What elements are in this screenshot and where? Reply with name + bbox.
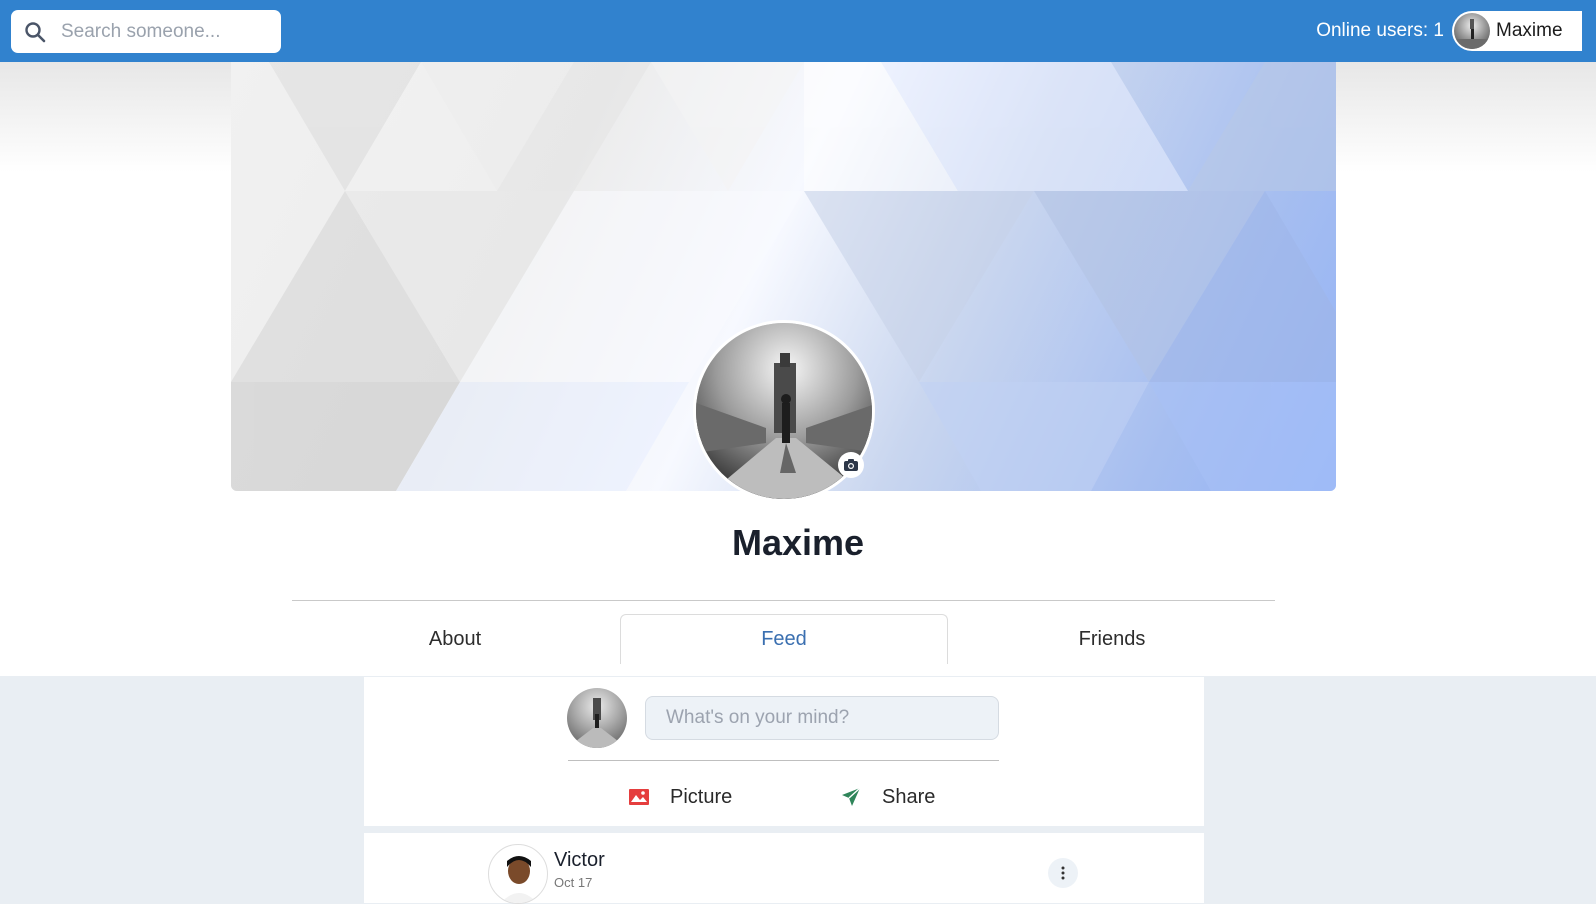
divider xyxy=(568,760,999,761)
tab-feed[interactable]: Feed xyxy=(620,614,948,664)
send-icon xyxy=(840,786,862,808)
user-name: Maxime xyxy=(1496,20,1563,41)
post-author[interactable]: Victor xyxy=(554,849,605,872)
avatar[interactable] xyxy=(488,844,548,904)
search-input[interactable] xyxy=(61,20,261,43)
image-icon xyxy=(628,786,650,808)
search-box[interactable] xyxy=(11,10,281,53)
post-date: Oct 17 xyxy=(554,875,593,890)
user-menu-button[interactable]: Maxime xyxy=(1452,11,1582,51)
picture-button[interactable]: Picture xyxy=(628,781,732,813)
camera-icon[interactable] xyxy=(838,452,864,478)
more-vertical-icon[interactable] xyxy=(1048,858,1078,888)
avatar xyxy=(1454,13,1490,49)
tab-friends[interactable]: Friends xyxy=(948,614,1276,664)
status-input[interactable] xyxy=(645,696,999,740)
profile-name: Maxime xyxy=(731,522,865,563)
picture-label: Picture xyxy=(670,785,733,808)
tab-about[interactable]: About xyxy=(291,614,619,664)
top-navbar: Online users: 1 Maxime xyxy=(0,0,1596,62)
online-users-count: Online users: 1 xyxy=(1316,20,1444,41)
share-label: Share xyxy=(882,785,936,808)
search-icon xyxy=(23,20,47,44)
avatar xyxy=(567,688,627,748)
share-button[interactable]: Share xyxy=(840,781,935,813)
post-composer: Picture Share xyxy=(364,677,1204,826)
divider xyxy=(292,600,1275,601)
feed-post: Victor Oct 17 xyxy=(364,833,1204,904)
